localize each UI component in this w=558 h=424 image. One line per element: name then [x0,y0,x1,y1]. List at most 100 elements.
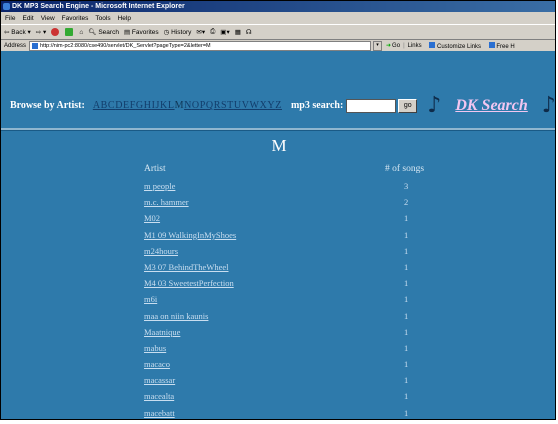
search-icon: 🔍︎ [88,29,97,36]
table-header: Artist # of songs [144,164,424,174]
letter-link-y[interactable]: Y [267,100,275,111]
go-button[interactable]: ➜ Go [386,42,400,50]
letter-link-u[interactable]: U [234,100,242,111]
print-button[interactable]: ⎙ [210,28,215,36]
home-icon: ⌂ [79,28,84,36]
song-count: 1 [404,245,409,256]
songs-column-header: # of songs [385,164,425,174]
messenger-button[interactable]: ☊ [246,28,252,36]
artist-link[interactable]: mabus [144,343,404,353]
browse-label: Browse by Artist: [10,100,85,111]
print-icon: ⎙ [210,28,216,35]
stop-button[interactable] [51,28,60,36]
dk-search-logo-link[interactable]: DK Search [455,97,527,115]
table-row: m24hours 1 [144,246,408,262]
table-row: m.c. hammer 2 [144,197,408,213]
artist-link[interactable]: M02 [144,213,404,223]
mail-button[interactable]: ✉ ▾ [196,28,205,36]
letter-link-m[interactable]: M [175,100,185,111]
edit-button[interactable]: ▣ ▾ [220,28,229,36]
mp3-search-input[interactable] [346,98,397,113]
history-button[interactable]: ◷ History [164,28,192,37]
letter-link-v[interactable]: V [242,100,250,111]
address-input[interactable]: http://nim-pc2:8080/cse490/servlet/DK_Se… [29,40,372,51]
letter-link-t[interactable]: T [227,100,234,111]
song-count: 1 [404,326,409,337]
table-row: m people 3 [144,181,408,197]
table-row: M4 03 SweetestPerfection 1 [144,278,408,294]
letter-link-e[interactable]: E [123,100,130,111]
song-count: 2 [404,197,409,208]
artist-link[interactable]: Maatnique [144,327,404,337]
letter-link-a[interactable]: A [93,100,101,111]
letter-link-o[interactable]: O [192,100,200,111]
letter-link-c[interactable]: C [108,100,115,111]
mail-icon: ✉ [196,29,202,36]
messenger-icon: ☊ [245,29,252,36]
artist-link[interactable]: M1 09 WalkingInMyShoes [144,230,404,240]
menu-tools[interactable]: Tools [95,15,110,22]
refresh-button[interactable] [65,28,74,36]
forward-button[interactable]: ⇨ ▾ [36,28,47,36]
artist-link[interactable]: M4 03 SweetestPerfection [144,278,404,288]
ie-icon [3,3,10,10]
go-arrow-icon: ➜ [386,43,392,49]
artist-link[interactable]: m people [144,181,404,191]
menu-file[interactable]: File [5,15,15,22]
mp3-search-label: mp3 search: [290,100,344,111]
letter-link-r[interactable]: R [214,100,221,111]
letter-heading: M [271,136,287,155]
stop-icon [51,28,60,36]
table-row: M02 1 [144,213,408,229]
song-count: 1 [404,229,409,240]
artist-link[interactable]: macaco [144,359,404,369]
menu-favorites[interactable]: Favorites [62,15,89,22]
menu-help[interactable]: Help [118,15,131,22]
links-button[interactable]: Links [408,43,422,49]
edit-icon: ▣ [220,29,227,36]
menu-edit[interactable]: Edit [22,15,33,22]
home-button[interactable]: ⌂ [79,29,83,36]
artist-link[interactable]: macebatt [144,408,404,418]
free-hotmail-link[interactable]: Free H [488,41,515,50]
favorites-button[interactable]: ▤ Favorites [124,28,159,37]
letter-link-n[interactable]: N [184,100,192,111]
artist-link[interactable]: macealta [144,391,404,401]
letter-link-w[interactable]: W [250,100,260,111]
song-count: 1 [404,294,409,305]
back-button[interactable]: ⇦ Back ▾ [4,28,31,37]
discuss-button[interactable]: ▦ [235,28,241,36]
artist-link[interactable]: m.c. hammer [144,197,404,207]
search-button[interactable]: 🔍︎ Search [88,28,119,37]
page-icon [488,41,495,48]
discuss-icon: ▦ [234,29,241,36]
artist-link[interactable]: maa on niin kaunis [144,311,404,321]
customize-links-link[interactable]: Customize Links [429,41,481,50]
browser-window: DK MP3 Search Engine - Microsoft Interne… [0,0,556,420]
song-count: 1 [404,213,409,224]
search-go-button[interactable]: go [398,98,418,113]
artist-link[interactable]: m6i [144,294,404,304]
song-count: 1 [404,342,409,353]
toolbar: ⇦ Back ▾ ⇨ ▾ ⌂ 🔍︎ Search ▤ Favorites ◷ H… [1,25,555,40]
artist-link[interactable]: macassar [144,375,404,385]
menu-view[interactable]: View [41,15,55,22]
letter-link-d[interactable]: D [115,100,123,111]
letter-link-z[interactable]: Z [275,100,282,111]
refresh-icon [65,28,74,36]
letter-link-h[interactable]: H [144,100,152,111]
table-row: macaco 1 [144,359,408,375]
menu-bar: File Edit View Favorites Tools Help [1,12,555,25]
table-row: mabus 1 [144,343,408,359]
address-dropdown[interactable]: ▾ [373,40,383,51]
letter-link-k[interactable]: K [160,100,168,111]
letter-link-q[interactable]: Q [206,100,214,111]
artist-link[interactable]: m24hours [144,246,404,256]
letter-link-x[interactable]: X [260,100,268,111]
letter-link-b[interactable]: B [101,100,108,111]
letter-link-g[interactable]: G [136,100,144,111]
address-url: http://nim-pc2:8080/cse490/servlet/DK_Se… [40,42,211,49]
letter-link-l[interactable]: L [168,100,175,111]
artist-link[interactable]: M3 07 BehindTheWheel [144,262,404,272]
window-title: DK MP3 Search Engine - Microsoft Interne… [12,3,185,10]
